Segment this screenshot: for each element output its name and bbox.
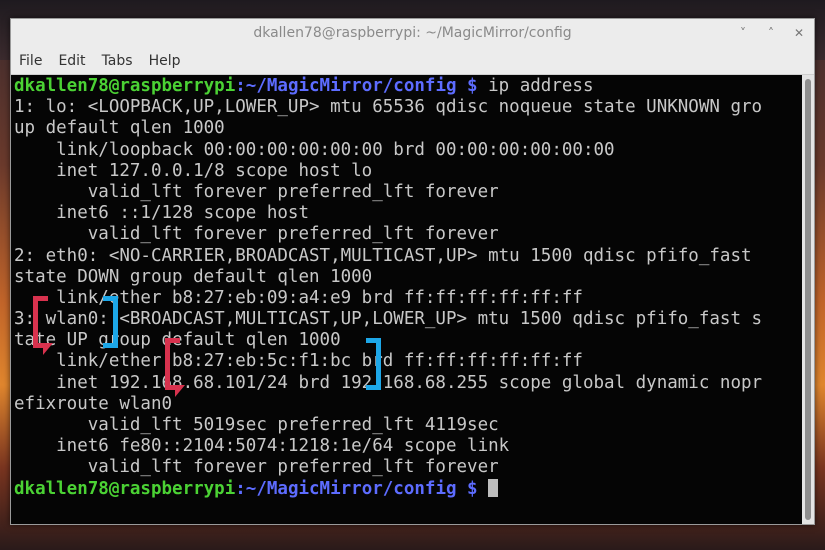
highlight-bracket-tail [43, 343, 53, 355]
output-line: inet 127.0.0.1/8 scope host lo [14, 160, 373, 181]
output-line: 3: wlan0: <BROADCAST,MULTICAST,UP,LOWER_… [14, 309, 763, 330]
output-line: 2: eth0: <NO-CARRIER,BROADCAST,MULTICAST… [14, 245, 752, 266]
output-line: valid_lft forever preferred_lft forever [14, 457, 499, 478]
title-bar: dkallen78@raspberrypi: ~/MagicMirror/con… [11, 19, 814, 49]
command-line: dkallen78@raspberrypi:~/MagicMirror/conf… [14, 76, 762, 97]
highlight-bracket-left [165, 338, 180, 390]
output-line: up default qlen 1000 [14, 118, 225, 139]
output-line: efixroute wlan0 [14, 393, 173, 414]
text-cursor [488, 478, 499, 497]
highlight-bracket-right [103, 296, 118, 348]
output-line: inet6 ::1/128 scope host [14, 203, 310, 224]
output-line: link/loopback 00:00:00:00:00:00 brd 00:0… [14, 139, 615, 160]
menu-help[interactable]: Help [141, 48, 189, 74]
window-title: dkallen78@raspberrypi: ~/MagicMirror/con… [253, 25, 572, 41]
output-line: 1: lo: <LOOPBACK,UP,LOWER_UP> mtu 65536 … [14, 97, 763, 118]
output-line: valid_lft forever preferred_lft forever [14, 181, 499, 202]
prompt-line: dkallen78@raspberrypi:~/MagicMirror/conf… [14, 478, 762, 500]
menu-file[interactable]: File [11, 48, 50, 74]
terminal-area[interactable]: dkallen78@raspberrypi:~/MagicMirror/conf… [11, 75, 802, 524]
output-line: tate UP group default qlen 1000 [14, 330, 341, 351]
output-line: valid_lft 5019sec preferred_lft 4119sec [14, 415, 499, 435]
output-line: state DOWN group default qlen 1000 [14, 266, 373, 287]
close-icon[interactable]: ✕ [792, 24, 806, 42]
window-controls: ˅ ˄ ✕ [736, 24, 806, 44]
menu-tabs[interactable]: Tabs [94, 48, 141, 74]
prompt-path: :~/MagicMirror/config $ [235, 478, 478, 499]
output-line: inet6 fe80::2104:5074:1218:1e/64 scope l… [14, 436, 510, 457]
prompt-user: dkallen78@raspberrypi [14, 76, 236, 96]
highlight-bracket-tail [175, 385, 185, 397]
highlight-bracket-left [33, 296, 48, 348]
menu-bar: File Edit Tabs Help [11, 48, 814, 75]
prompt-user: dkallen78@raspberrypi [14, 478, 236, 499]
output-line: inet 192.168.68.101/24 brd 192.168.68.25… [14, 372, 763, 393]
scrollbar[interactable] [802, 75, 814, 524]
terminal-output: dkallen78@raspberrypi:~/MagicMirror/conf… [14, 76, 762, 500]
command-text: ip address [477, 76, 594, 96]
minimize-icon[interactable]: ˅ [736, 24, 750, 42]
terminal-window: dkallen78@raspberrypi: ~/MagicMirror/con… [10, 18, 815, 525]
output-line: valid_lft forever preferred_lft forever [14, 224, 499, 245]
menu-edit[interactable]: Edit [50, 48, 93, 74]
prompt-path: :~/MagicMirror/config $ [235, 76, 478, 96]
maximize-icon[interactable]: ˄ [764, 24, 778, 42]
output-line: link/ether b8:27:eb:5c:f1:bc brd ff:ff:f… [14, 351, 583, 372]
highlight-bracket-right [366, 338, 381, 390]
scrollbar-thumb[interactable] [805, 79, 811, 520]
output-line: link/ether b8:27:eb:09:a4:e9 brd ff:ff:f… [14, 287, 583, 308]
